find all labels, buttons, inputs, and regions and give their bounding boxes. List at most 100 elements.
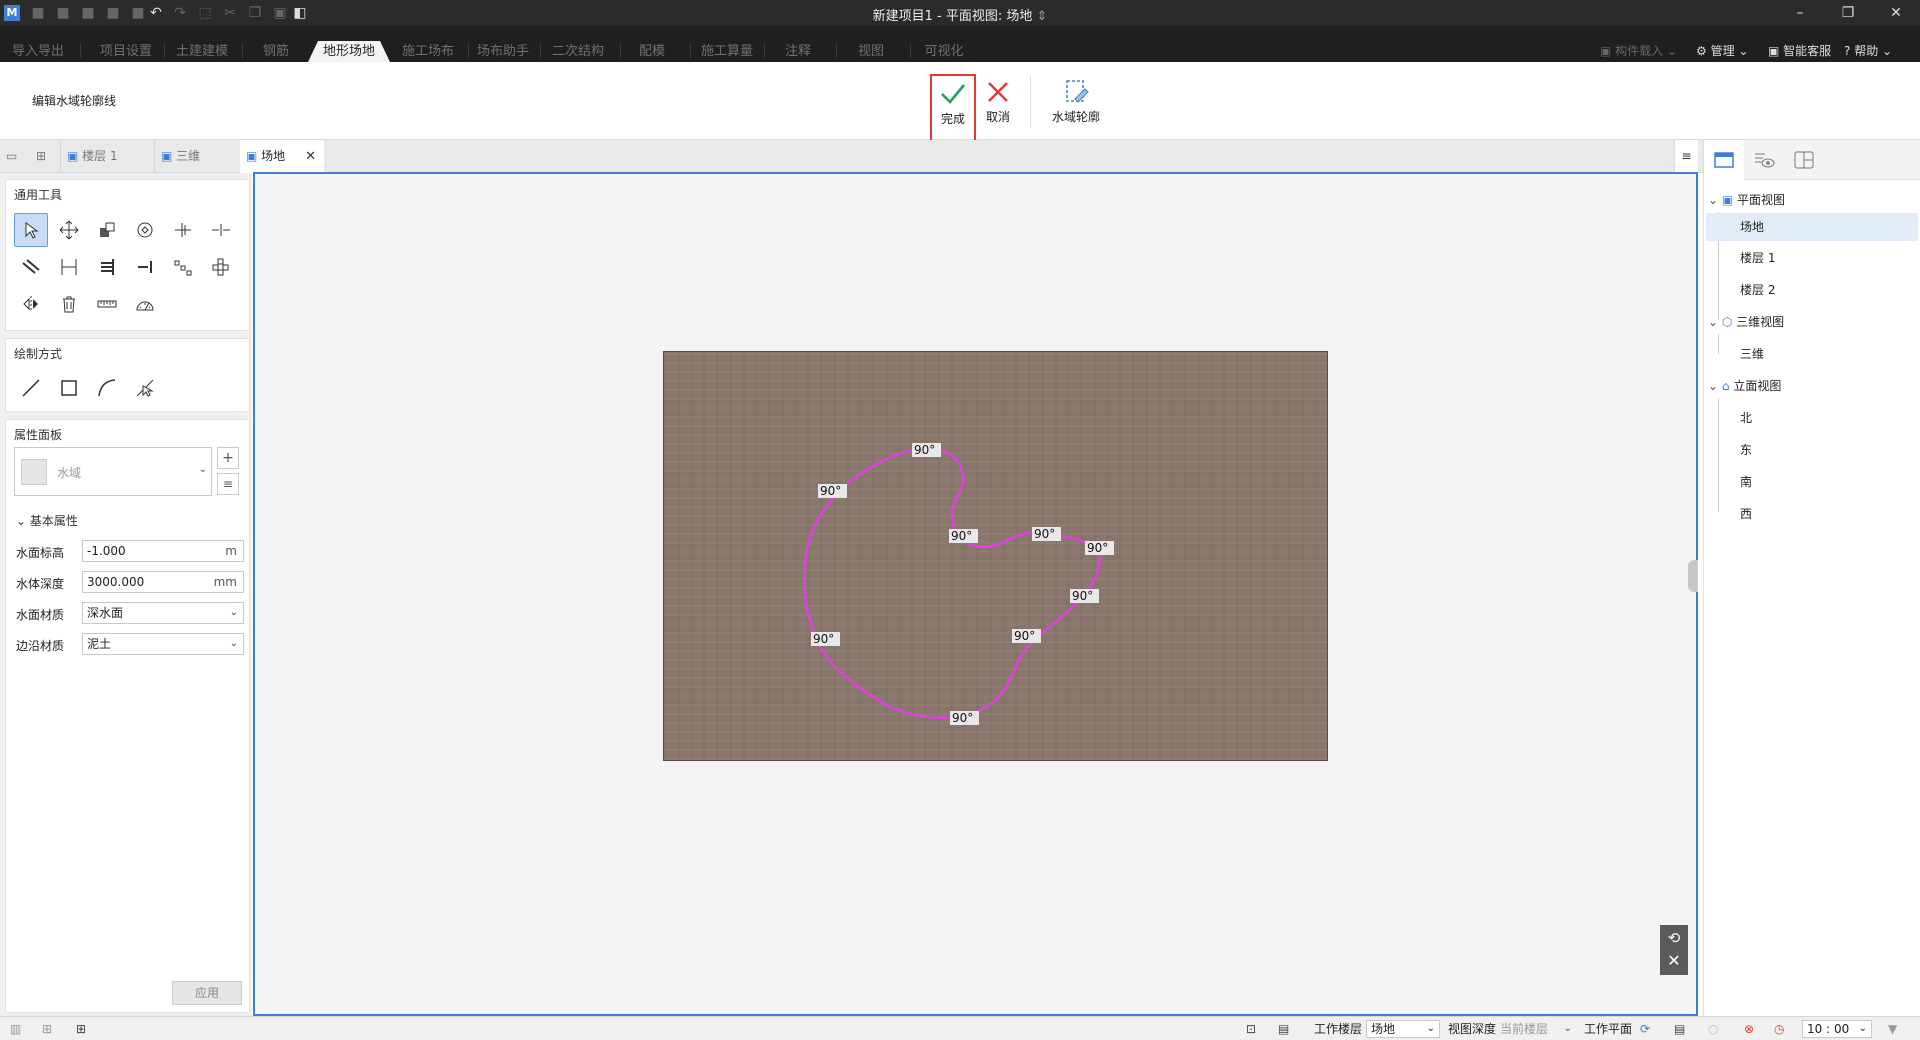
screen-icon[interactable]: ▭: [6, 140, 28, 173]
close-view-icon[interactable]: ✕: [1660, 950, 1688, 972]
copy-tool-icon[interactable]: [90, 213, 124, 247]
right-panel: ⌄ ▣ 平面视图 场地 楼层 1 楼层 2 ⌄ ⬡ 三维视图 三维 ⌄ ⌂ 立面…: [1703, 140, 1920, 1016]
tab-view[interactable]: 视图: [838, 41, 904, 62]
tile-view-icon[interactable]: ⊞: [42, 1021, 52, 1037]
move-tool-icon[interactable]: [52, 213, 86, 247]
basic-props-header[interactable]: ⌄ 基本属性: [16, 512, 78, 529]
break-tool-icon[interactable]: [204, 213, 238, 247]
doc-tab-site[interactable]: ▣ 场地 ✕: [240, 140, 324, 173]
chevron-down-icon: ⌄: [229, 638, 238, 649]
right-panel-tabs: [1704, 140, 1920, 180]
cancel-button[interactable]: 取消: [980, 76, 1016, 125]
filter-icon[interactable]: ▼: [1888, 1021, 1897, 1037]
apply-button[interactable]: 应用: [172, 981, 242, 1005]
help-menu[interactable]: ? 帮助 ⌄: [1844, 42, 1892, 60]
collapse-right-panel-handle[interactable]: [1688, 560, 1698, 592]
manage-menu[interactable]: ⚙ 管理 ⌄: [1696, 42, 1748, 60]
tab-layout-assistant[interactable]: 场布助手: [468, 41, 538, 62]
tab-secondary-structure[interactable]: 二次结构: [542, 41, 614, 62]
tree-3d-views[interactable]: ⌄ ⬡ 三维视图: [1708, 314, 1784, 330]
layout-icon[interactable]: [1784, 140, 1824, 180]
pick-line-icon[interactable]: [128, 371, 162, 405]
tree-item-3d[interactable]: 三维: [1740, 346, 1764, 362]
reset-view-icon[interactable]: ⟲: [1660, 927, 1688, 949]
tree-elevation-views[interactable]: ⌄ ⌂ 立面视图: [1708, 378, 1781, 394]
work-floor-select[interactable]: 场地 ⌄: [1366, 1020, 1440, 1038]
light-bulb-icon[interactable]: ○: [1708, 1021, 1718, 1037]
grid-array-tool-icon[interactable]: [204, 250, 238, 284]
component-load-menu[interactable]: ▣ 构件载入 ⌄: [1600, 42, 1677, 60]
project-browser-icon[interactable]: [1704, 140, 1744, 180]
tab-project-settings[interactable]: 项目设置: [88, 41, 164, 62]
array-tool-icon[interactable]: [166, 250, 200, 284]
tab-construction-layout[interactable]: 施工场布: [390, 41, 466, 62]
align-tool-icon[interactable]: [52, 250, 86, 284]
view-depth-select[interactable]: 当前楼层 ⌄: [1500, 1021, 1572, 1037]
tab-construction-quantity[interactable]: 施工算量: [692, 41, 762, 62]
tab-terrain-site[interactable]: 地形场地: [308, 41, 390, 62]
grid-view-icon[interactable]: ⊞: [36, 140, 58, 173]
surface-material-select[interactable]: 深水面 ⌄: [82, 602, 244, 624]
offset-tool-icon[interactable]: [14, 250, 48, 284]
arc-draw-icon[interactable]: [90, 371, 124, 405]
done-button[interactable]: 完成: [930, 74, 976, 142]
tab-import-export[interactable]: 导入导出: [0, 41, 76, 62]
multi-view-icon[interactable]: ⊞: [76, 1021, 86, 1037]
close-button[interactable]: ✕: [1884, 3, 1908, 23]
close-tab-icon[interactable]: ✕: [305, 140, 316, 173]
snap-off-icon[interactable]: ⊗: [1744, 1021, 1754, 1037]
scale-select[interactable]: 10 : 00 ⌄: [1802, 1020, 1872, 1038]
smart-service-button[interactable]: ▣ 智能客服: [1768, 42, 1831, 60]
water-outline-button[interactable]: 水域轮廓: [1044, 76, 1108, 125]
add-type-button[interactable]: +: [217, 447, 239, 469]
select-tool-icon[interactable]: [14, 213, 48, 247]
menu-icon[interactable]: ≡: [1674, 140, 1698, 173]
tree-plan-views[interactable]: ⌄ ▣ 平面视图: [1708, 192, 1785, 208]
extend-tool-icon[interactable]: [90, 250, 124, 284]
tree-item-east[interactable]: 东: [1740, 442, 1752, 458]
visibility-icon[interactable]: [1744, 140, 1784, 180]
tab-visualization[interactable]: 可视化: [912, 41, 976, 62]
chevron-down-icon: ⌄: [198, 464, 207, 475]
delete-tool-icon[interactable]: [52, 287, 86, 321]
tree-item-site[interactable]: 场地: [1706, 213, 1918, 241]
tab-rebar[interactable]: 钢筋: [244, 41, 308, 62]
tree-item-south[interactable]: 南: [1740, 474, 1752, 490]
doc-tab-floor1[interactable]: ▣ 楼层 1: [60, 140, 152, 173]
mirror-tool-icon[interactable]: [14, 287, 48, 321]
tab-formwork[interactable]: 配模: [622, 41, 682, 62]
edge-material-select[interactable]: 泥土 ⌄: [82, 633, 244, 655]
single-view-icon[interactable]: ▥: [10, 1021, 21, 1037]
angle-measure-tool-icon[interactable]: [128, 287, 162, 321]
zoom-extents-icon[interactable]: ⊡: [1246, 1021, 1256, 1037]
rectangle-draw-icon[interactable]: [52, 371, 86, 405]
water-level-input[interactable]: -1.000 m: [82, 540, 244, 562]
trim-tool-icon[interactable]: [128, 250, 162, 284]
clock-icon[interactable]: ◷: [1774, 1021, 1784, 1037]
tree-item-floor1[interactable]: 楼层 1: [1740, 250, 1775, 266]
angle-label: 90°: [1085, 541, 1115, 555]
terrain-surface[interactable]: [663, 351, 1328, 761]
restore-button[interactable]: ❐: [1836, 3, 1860, 23]
minimize-button[interactable]: –: [1788, 3, 1812, 23]
angle-label: 90°: [1012, 629, 1042, 643]
doc-tab-3d[interactable]: ▣ 三维: [154, 140, 238, 173]
work-plane-icon[interactable]: ⟳: [1640, 1021, 1650, 1037]
measure-tool-icon[interactable]: [90, 287, 124, 321]
tree-item-north[interactable]: 北: [1740, 410, 1752, 426]
rotate-tool-icon[interactable]: [128, 213, 162, 247]
water-depth-input[interactable]: 3000.000 mm: [82, 571, 244, 593]
tree-item-floor2[interactable]: 楼层 2: [1740, 282, 1775, 298]
chevron-down-icon: ⌄: [1426, 1023, 1435, 1034]
type-selector[interactable]: 水域 ⌄: [14, 447, 212, 496]
split-tool-icon[interactable]: [166, 213, 200, 247]
type-list-button[interactable]: ≡: [217, 473, 239, 495]
angle-label: 90°: [912, 443, 942, 457]
save-view-icon[interactable]: ▤: [1278, 1021, 1289, 1037]
tab-civil-modeling[interactable]: 土建建模: [164, 41, 240, 62]
tree-item-west[interactable]: 西: [1740, 506, 1752, 522]
layer-icon[interactable]: ▤: [1674, 1021, 1685, 1037]
tab-annotation[interactable]: 注释: [766, 41, 830, 62]
general-tools-section: 通用工具: [5, 179, 250, 331]
line-draw-icon[interactable]: [14, 371, 48, 405]
